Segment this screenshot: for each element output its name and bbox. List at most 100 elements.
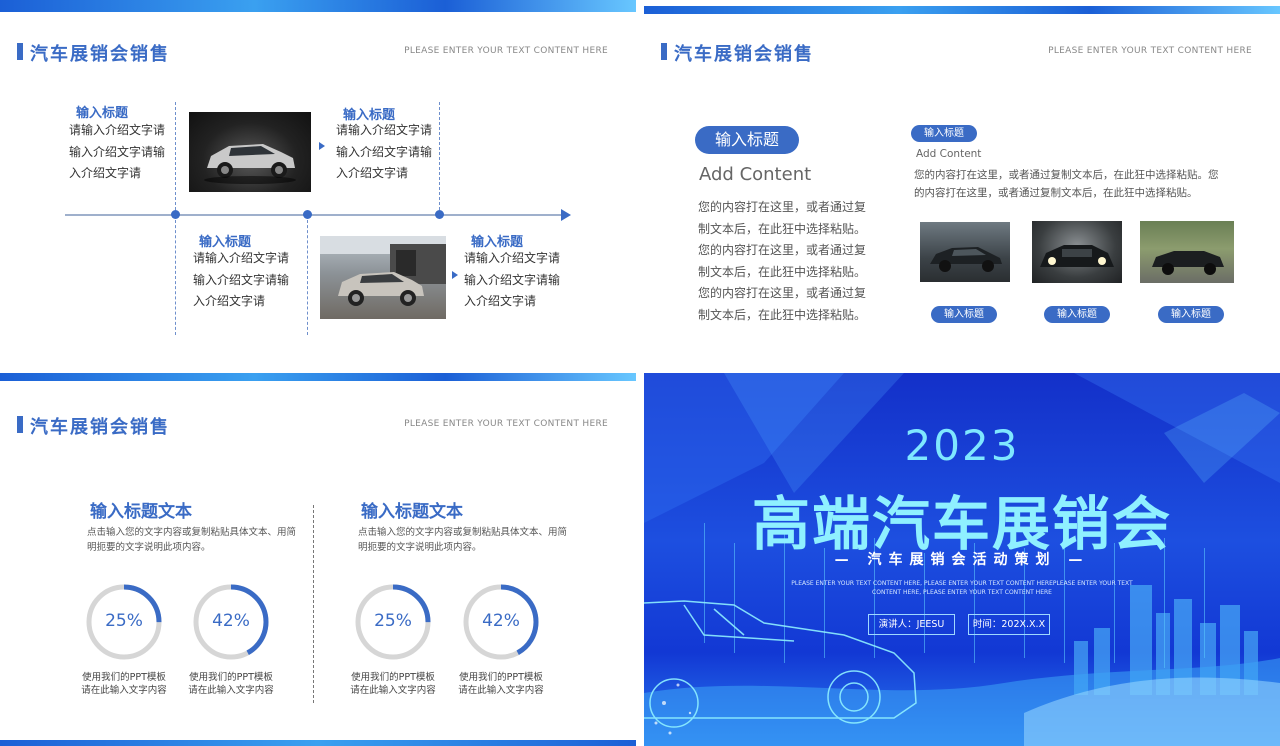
content-body: 您的内容打在这里，或者通过复 制文本后，在此狂中选择粘贴。 您的内容打在这里，或… xyxy=(698,197,866,326)
timeline-connector xyxy=(439,102,440,210)
right-title-pill: 输入标题 xyxy=(911,125,977,142)
text-line: 请在此输入文字内容 xyxy=(350,685,436,696)
text-line: 入介绍文字请 xyxy=(464,294,537,308)
stats-heading: 输入标题文本 xyxy=(361,502,463,522)
timeline-item-text: 请输入介绍文字请 输入介绍文字请输 入介绍文字请 xyxy=(193,248,289,313)
ring-caption: 使用我们的PPT模板 请在此输入文字内容 xyxy=(446,671,556,697)
text-line: 您的内容打在这里，或者通过复 xyxy=(698,200,867,214)
slide-subtitle: PLEASE ENTER YOUR TEXT CONTENT HERE xyxy=(1048,46,1252,56)
pointer-icon xyxy=(319,142,325,150)
timeline-item-text: 请输入介绍文字请 输入介绍文字请输 入介绍文字请 xyxy=(69,120,165,185)
car-image xyxy=(1152,251,1224,275)
text-line: 入介绍文字请 xyxy=(336,166,409,180)
slide-title: 汽车展销会销售 xyxy=(30,417,170,438)
text-line: 您的内容打在这里，或者通过复 xyxy=(698,286,867,300)
text-line: 点击输入您的文字内容或复制粘贴具体文本、用简 xyxy=(87,527,297,538)
ring-percent: 25% xyxy=(374,611,412,631)
text-line: 制文本后，在此狂中选择粘贴。 xyxy=(698,264,867,279)
car-photo xyxy=(920,222,1010,282)
slide-subtitle: PLEASE ENTER YOUR TEXT CONTENT HERE xyxy=(404,419,608,429)
slide-cover[interactable]: 2023 高端汽车展销会 — 汽车展销会活动策划 — PLEASE ENTER … xyxy=(644,373,1280,746)
photo-label-pill: 输入标题 xyxy=(1044,306,1110,323)
text-line: 点击输入您的文字内容或复制粘贴具体文本、用简 xyxy=(358,527,568,538)
text-line: 使用我们的PPT模板 xyxy=(459,672,543,683)
timeline-connector xyxy=(175,220,176,335)
car-photo xyxy=(320,236,446,319)
slide-title: 汽车展销会销售 xyxy=(30,44,170,65)
car-photo xyxy=(1032,221,1122,283)
text-line: 请在此输入文字内容 xyxy=(81,685,167,696)
timeline-connector xyxy=(175,102,176,210)
pointer-icon xyxy=(452,271,458,279)
bottom-decor-bar xyxy=(0,740,636,746)
text-line: 请输入介绍文字请 xyxy=(336,123,433,137)
ring-percent: 42% xyxy=(482,611,520,631)
car-image xyxy=(204,144,296,184)
ring-caption: 使用我们的PPT模板 请在此输入文字内容 xyxy=(338,671,448,697)
top-decor-bar xyxy=(644,6,1280,14)
text-line: 使用我们的PPT模板 xyxy=(82,672,166,683)
right-heading: Add Content xyxy=(916,148,982,160)
car-image xyxy=(930,247,1002,272)
stats-heading: 输入标题文本 xyxy=(90,502,192,522)
text-line: 输入介绍文字请输 xyxy=(69,144,166,159)
text-line: CONTENT HERE, PLEASE ENTER YOUR TEXT CON… xyxy=(872,589,1052,596)
stats-description: 点击输入您的文字内容或复制粘贴具体文本、用简 明扼要的文字说明此项内容。 xyxy=(358,525,567,555)
text-line: 使用我们的PPT模板 xyxy=(351,672,435,683)
text-line: 使用我们的PPT模板 xyxy=(189,672,273,683)
timeline-dot xyxy=(171,210,180,219)
timeline-arrow-icon xyxy=(561,209,571,221)
text-line: 制文本后，在此狂中选择粘贴。 xyxy=(698,221,867,236)
timeline-connector xyxy=(307,220,308,335)
content-heading: Add Content xyxy=(699,164,812,185)
text-line: 明扼要的文字说明此项内容。 xyxy=(358,542,482,553)
text-line: 您的内容打在这里，或者通过复制文本后，在此狂中选择粘贴。您 xyxy=(914,169,1219,181)
stats-description: 点击输入您的文字内容或复制粘贴具体文本、用简 明扼要的文字说明此项内容。 xyxy=(87,525,296,555)
right-body: 您的内容打在这里，或者通过复制文本后，在此狂中选择粘贴。您 的内容打在这里，或者… xyxy=(914,166,1219,202)
top-decor-bar xyxy=(0,0,636,12)
text-line: 入介绍文字请 xyxy=(69,166,142,180)
timeline-item-text: 请输入介绍文字请 输入介绍文字请输 入介绍文字请 xyxy=(336,120,432,185)
text-line: 入介绍文字请 xyxy=(193,294,266,308)
slide-title: 汽车展销会销售 xyxy=(674,44,814,65)
text-line: 明扼要的文字说明此项内容。 xyxy=(87,542,211,553)
text-line: PLEASE ENTER YOUR TEXT CONTENT HERE, PLE… xyxy=(791,580,1133,587)
ring-caption: 使用我们的PPT模板 请在此输入文字内容 xyxy=(69,671,179,697)
car-image xyxy=(320,236,446,306)
car-image xyxy=(1040,245,1114,267)
timeline-item-title: 输入标题 xyxy=(76,106,129,121)
content-title-pill: 输入标题 xyxy=(695,126,799,154)
cover-english-text: PLEASE ENTER YOUR TEXT CONTENT HERE, PLE… xyxy=(784,579,1140,597)
timeline-dot xyxy=(303,210,312,219)
text-line: 请在此输入文字内容 xyxy=(458,685,544,696)
text-line: 制文本后，在此狂中选择粘贴。 xyxy=(698,307,867,322)
car-photo xyxy=(189,112,311,192)
photo-label-pill: 输入标题 xyxy=(931,306,997,323)
header-marker xyxy=(17,416,23,433)
slide-content[interactable]: 汽车展销会销售 PLEASE ENTER YOUR TEXT CONTENT H… xyxy=(644,0,1280,373)
photo-label-pill: 输入标题 xyxy=(1158,306,1224,323)
ring-caption: 使用我们的PPT模板 请在此输入文字内容 xyxy=(176,671,286,697)
text-line: 输入介绍文字请输 xyxy=(464,272,561,287)
text-line: 您的内容打在这里，或者通过复 xyxy=(698,243,867,257)
header-marker xyxy=(661,43,667,60)
slide-subtitle: PLEASE ENTER YOUR TEXT CONTENT HERE xyxy=(404,46,608,56)
presenter-badge: 演讲人：JEESU xyxy=(868,614,955,635)
text-line: 输入介绍文字请输 xyxy=(336,144,433,159)
text-line: 请输入介绍文字请 xyxy=(464,251,561,265)
car-photo xyxy=(1140,221,1234,283)
timeline-axis xyxy=(65,214,565,216)
date-badge: 时间：202X.X.X xyxy=(968,614,1050,635)
text-line: 输入介绍文字请输 xyxy=(193,272,290,287)
timeline-dot xyxy=(435,210,444,219)
header-marker xyxy=(17,43,23,60)
top-decor-bar xyxy=(0,373,636,381)
text-line: 请在此输入文字内容 xyxy=(188,685,274,696)
column-divider xyxy=(313,505,314,703)
timeline-item-text: 请输入介绍文字请 输入介绍文字请输 入介绍文字请 xyxy=(464,248,560,313)
slide-timeline[interactable]: 汽车展销会销售 PLEASE ENTER YOUR TEXT CONTENT H… xyxy=(0,0,636,373)
ring-percent: 25% xyxy=(105,611,143,631)
text-line: 请输入介绍文字请 xyxy=(69,123,166,137)
cover-year: 2023 xyxy=(904,421,1020,470)
slide-stats[interactable]: 汽车展销会销售 PLEASE ENTER YOUR TEXT CONTENT H… xyxy=(0,373,636,746)
